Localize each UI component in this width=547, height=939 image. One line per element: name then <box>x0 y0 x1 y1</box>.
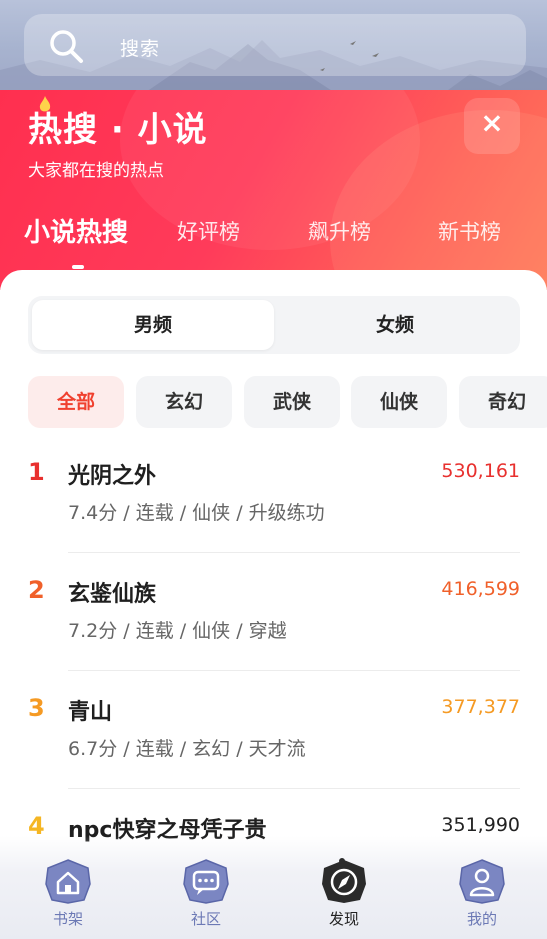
rank-number: 3 <box>28 694 45 722</box>
toggle-female[interactable]: 女频 <box>274 300 516 350</box>
book-title: 玄鉴仙族 <box>68 582 157 607</box>
heat-count: 377,377 <box>441 696 520 718</box>
nav-label: 社区 <box>190 910 221 928</box>
house-icon <box>45 859 91 904</box>
rank-number: 1 <box>28 458 45 486</box>
landscape-banner: 搜索 <box>0 0 547 96</box>
person-icon <box>459 859 505 904</box>
heat-count: 530,161 <box>441 460 520 482</box>
nav-discover[interactable]: 发现 <box>304 856 384 939</box>
tab-rising[interactable]: 飙升榜 <box>308 216 371 246</box>
search-icon <box>50 30 83 63</box>
compass-icon <box>322 858 366 903</box>
heat-count: 351,990 <box>441 814 520 836</box>
book-meta: 7.4分 / 连载 / 仙侠 / 升级练功 <box>68 502 325 524</box>
page-title: 热搜 · 小说 <box>28 110 208 150</box>
tab-top-rated[interactable]: 好评榜 <box>177 216 240 246</box>
book-meta: 6.7分 / 连载 / 玄幻 / 天才流 <box>68 738 306 760</box>
close-button[interactable]: × <box>464 98 520 154</box>
chip-all[interactable]: 全部 <box>28 376 124 428</box>
bottom-nav: 书架 社区 发现 我的 <box>0 856 547 939</box>
active-tab-indicator <box>72 265 84 269</box>
chip-wuxia[interactable]: 武侠 <box>244 376 340 428</box>
toggle-male[interactable]: 男频 <box>32 300 274 350</box>
hot-search-header: 热搜 · 小说 大家都在搜的热点 × 小说热搜 好评榜 飙升榜 新书榜 <box>0 90 547 290</box>
tab-novel-hot[interactable]: 小说热搜 <box>24 212 128 249</box>
divider <box>68 670 520 671</box>
app-screen: 搜索 热搜 · 小说 大家都在搜的热点 × 小说热搜 好评榜 飙升榜 新书榜 男… <box>0 0 547 939</box>
nav-bookshelf[interactable]: 书架 <box>28 856 108 939</box>
nav-profile[interactable]: 我的 <box>442 856 522 939</box>
list-item[interactable]: 3 青山 6.7分 / 连载 / 玄幻 / 天才流 377,377 <box>0 676 547 794</box>
close-icon: × <box>480 106 504 139</box>
chip-qihuan[interactable]: 奇幻 <box>459 376 547 428</box>
list-item[interactable]: 2 玄鉴仙族 7.2分 / 连载 / 仙侠 / 穿越 416,599 <box>0 558 547 676</box>
nav-label: 我的 <box>466 910 497 928</box>
book-title: 青山 <box>68 700 113 725</box>
list-item[interactable]: 1 光阴之外 7.4分 / 连载 / 仙侠 / 升级练功 530,161 <box>0 440 547 558</box>
category-chips: 全部 玄幻 武侠 仙侠 奇幻 <box>0 376 547 430</box>
search-bar[interactable]: 搜索 <box>24 14 526 76</box>
chip-xianxia[interactable]: 仙侠 <box>351 376 447 428</box>
chat-icon <box>183 859 229 904</box>
book-title: 光阴之外 <box>68 464 157 489</box>
divider <box>68 788 520 789</box>
nav-label: 书架 <box>52 910 83 928</box>
rank-number: 2 <box>28 576 45 604</box>
chip-xuanhuan[interactable]: 玄幻 <box>136 376 232 428</box>
nav-community[interactable]: 社区 <box>166 856 246 939</box>
tab-new-books[interactable]: 新书榜 <box>438 216 501 246</box>
page-subtitle: 大家都在搜的热点 <box>28 161 164 181</box>
divider <box>68 552 520 553</box>
ranking-tabs: 小说热搜 好评榜 飙升榜 新书榜 <box>0 210 547 270</box>
heat-count: 416,599 <box>441 578 520 600</box>
gender-toggle: 男频 女频 <box>28 296 520 354</box>
nav-label: 发现 <box>328 910 359 928</box>
search-placeholder: 搜索 <box>120 38 161 60</box>
book-meta: 7.2分 / 连载 / 仙侠 / 穿越 <box>68 620 287 642</box>
